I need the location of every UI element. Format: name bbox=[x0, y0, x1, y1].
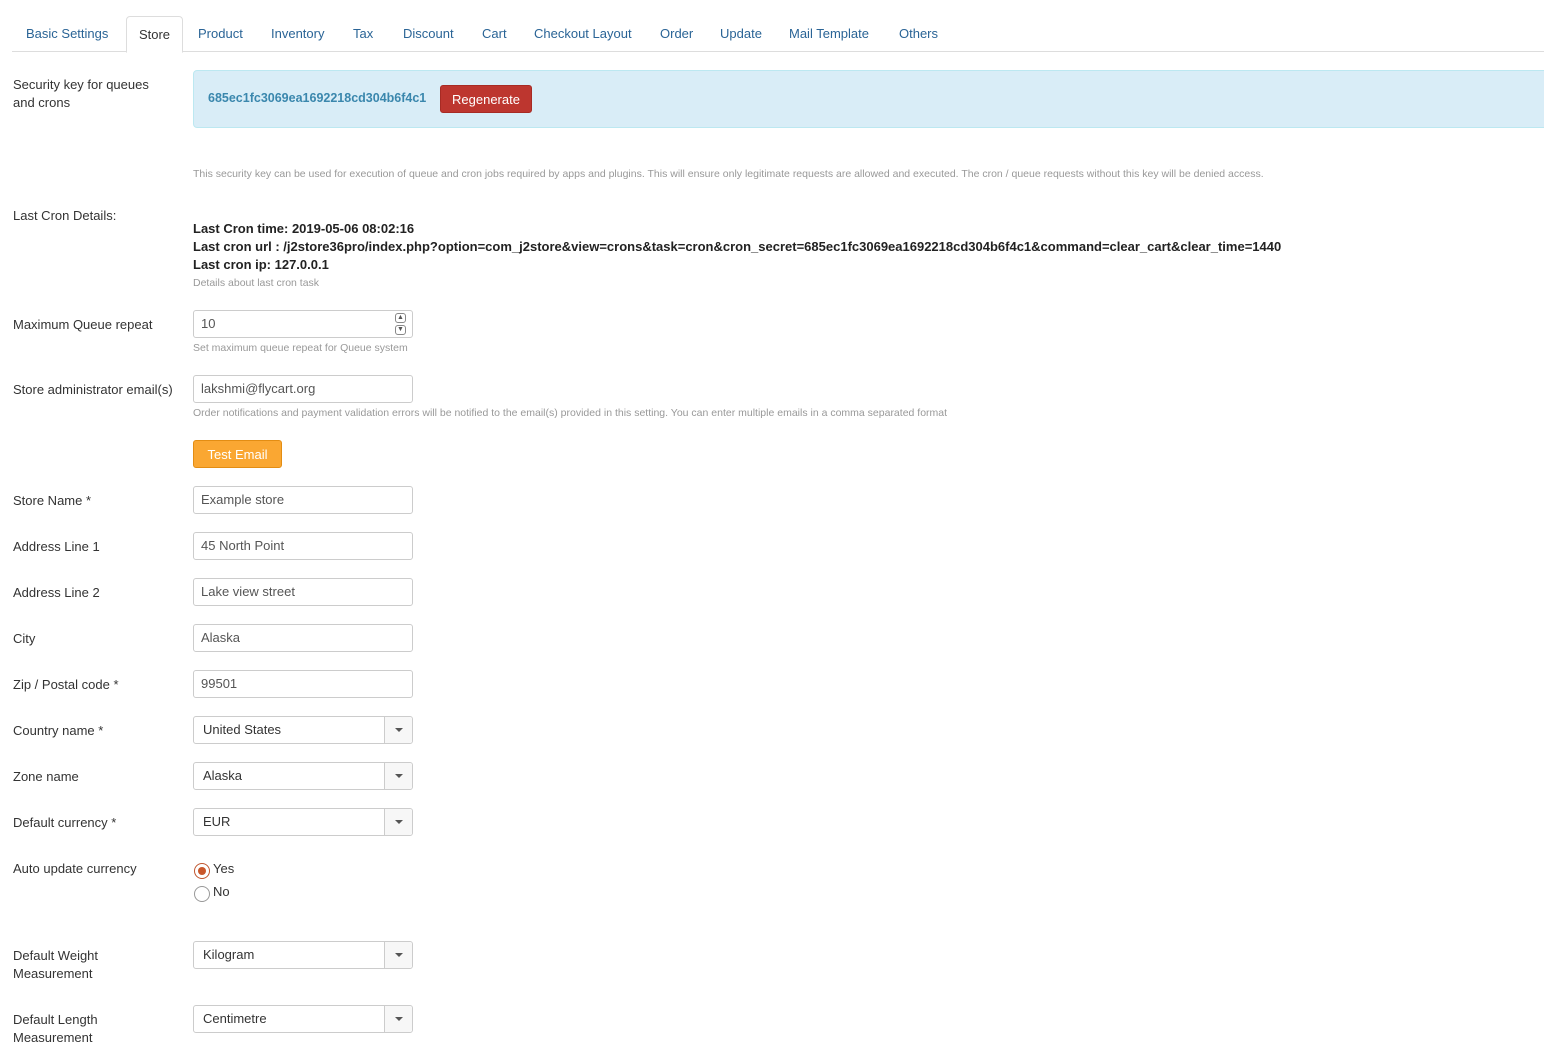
stepper-down-icon[interactable]: ▼ bbox=[395, 325, 406, 335]
security-key-value: 685ec1fc3069ea1692218cd304b6f4c1 bbox=[208, 91, 427, 105]
stepper-up-icon[interactable]: ▲ bbox=[395, 313, 406, 323]
auto-update-yes-radio[interactable] bbox=[194, 863, 210, 879]
address-line-2-input[interactable]: Lake view street bbox=[193, 578, 413, 606]
zip-label: Zip / Postal code * bbox=[13, 677, 119, 692]
city-label: City bbox=[13, 631, 36, 646]
security-key-help: This security key can be used for execut… bbox=[193, 168, 1264, 180]
admin-email-label: Store administrator email(s) bbox=[13, 382, 173, 397]
currency-select[interactable]: EUR bbox=[193, 808, 413, 836]
weight-label: Default Weight Measurement bbox=[13, 948, 99, 981]
number-stepper[interactable]: ▲ ▼ bbox=[395, 313, 407, 337]
tab-mail-template[interactable]: Mail Template bbox=[789, 16, 869, 52]
weight-select[interactable]: Kilogram bbox=[193, 941, 413, 969]
city-input[interactable]: Alaska bbox=[193, 624, 413, 652]
queue-repeat-help: Set maximum queue repeat for Queue syste… bbox=[193, 342, 408, 354]
last-cron-url: Last cron url : /j2store36pro/index.php?… bbox=[193, 239, 1282, 254]
queue-repeat-value: 10 bbox=[201, 316, 216, 331]
admin-email-input[interactable]: lakshmi@flycart.org bbox=[193, 375, 413, 403]
security-key-label: Security key for queues and crons bbox=[13, 77, 149, 110]
address-line-1-input[interactable]: 45 North Point bbox=[193, 532, 413, 560]
length-value: Centimetre bbox=[203, 1011, 267, 1026]
length-label: Default Length Measurement bbox=[13, 1012, 98, 1045]
cron-help: Details about last cron task bbox=[193, 277, 320, 289]
queue-repeat-input[interactable]: 10 ▲ ▼ bbox=[193, 310, 413, 338]
settings-tabs: Basic Settings Store Product Inventory T… bbox=[12, 16, 1544, 53]
last-cron-ip: Last cron ip: 127.0.0.1 bbox=[193, 257, 329, 272]
tab-basic-settings[interactable]: Basic Settings bbox=[26, 16, 108, 52]
queue-repeat-label: Maximum Queue repeat bbox=[13, 317, 153, 332]
regenerate-button[interactable]: Regenerate bbox=[440, 85, 532, 113]
cron-details-label: Last Cron Details: bbox=[13, 208, 117, 223]
tab-tax[interactable]: Tax bbox=[353, 16, 373, 52]
country-select[interactable]: United States bbox=[193, 716, 413, 744]
length-select[interactable]: Centimetre bbox=[193, 1005, 413, 1033]
country-value: United States bbox=[203, 722, 282, 737]
security-key-box: 685ec1fc3069ea1692218cd304b6f4c1 Regener… bbox=[193, 70, 1544, 128]
tab-inventory[interactable]: Inventory bbox=[271, 16, 324, 52]
last-cron-time: Last Cron time: 2019-05-06 08:02:16 bbox=[193, 221, 415, 236]
store-name-label: Store Name * bbox=[13, 493, 92, 508]
zone-value: Alaska bbox=[203, 768, 243, 783]
test-email-button[interactable]: Test Email bbox=[193, 440, 282, 468]
weight-value: Kilogram bbox=[203, 947, 255, 962]
tab-discount[interactable]: Discount bbox=[403, 16, 454, 52]
auto-update-label: Auto update currency bbox=[13, 861, 137, 876]
currency-value: EUR bbox=[203, 814, 231, 829]
address-line-2-label: Address Line 2 bbox=[13, 585, 100, 600]
currency-label: Default currency * bbox=[13, 815, 117, 830]
tab-order[interactable]: Order bbox=[660, 16, 693, 52]
address-line-1-label: Address Line 1 bbox=[13, 539, 100, 554]
admin-email-help: Order notifications and payment validati… bbox=[193, 407, 948, 419]
chevron-down-icon[interactable] bbox=[384, 942, 412, 968]
chevron-down-icon[interactable] bbox=[384, 717, 412, 743]
auto-update-yes-label[interactable]: Yes bbox=[213, 861, 234, 876]
zip-input[interactable]: 99501 bbox=[193, 670, 413, 698]
auto-update-no-radio[interactable] bbox=[194, 886, 210, 902]
store-name-input[interactable]: Example store bbox=[193, 486, 413, 514]
country-label: Country name * bbox=[13, 723, 104, 738]
tab-product[interactable]: Product bbox=[198, 16, 243, 52]
zone-select[interactable]: Alaska bbox=[193, 762, 413, 790]
tab-store[interactable]: Store bbox=[126, 16, 183, 53]
tab-others[interactable]: Others bbox=[899, 16, 938, 52]
tab-checkout-layout[interactable]: Checkout Layout bbox=[534, 16, 632, 52]
chevron-down-icon[interactable] bbox=[384, 763, 412, 789]
chevron-down-icon[interactable] bbox=[384, 1006, 412, 1032]
tab-cart[interactable]: Cart bbox=[482, 16, 507, 52]
chevron-down-icon[interactable] bbox=[384, 809, 412, 835]
zone-label: Zone name bbox=[13, 769, 79, 784]
tab-update[interactable]: Update bbox=[720, 16, 762, 52]
auto-update-no-label[interactable]: No bbox=[213, 884, 230, 899]
